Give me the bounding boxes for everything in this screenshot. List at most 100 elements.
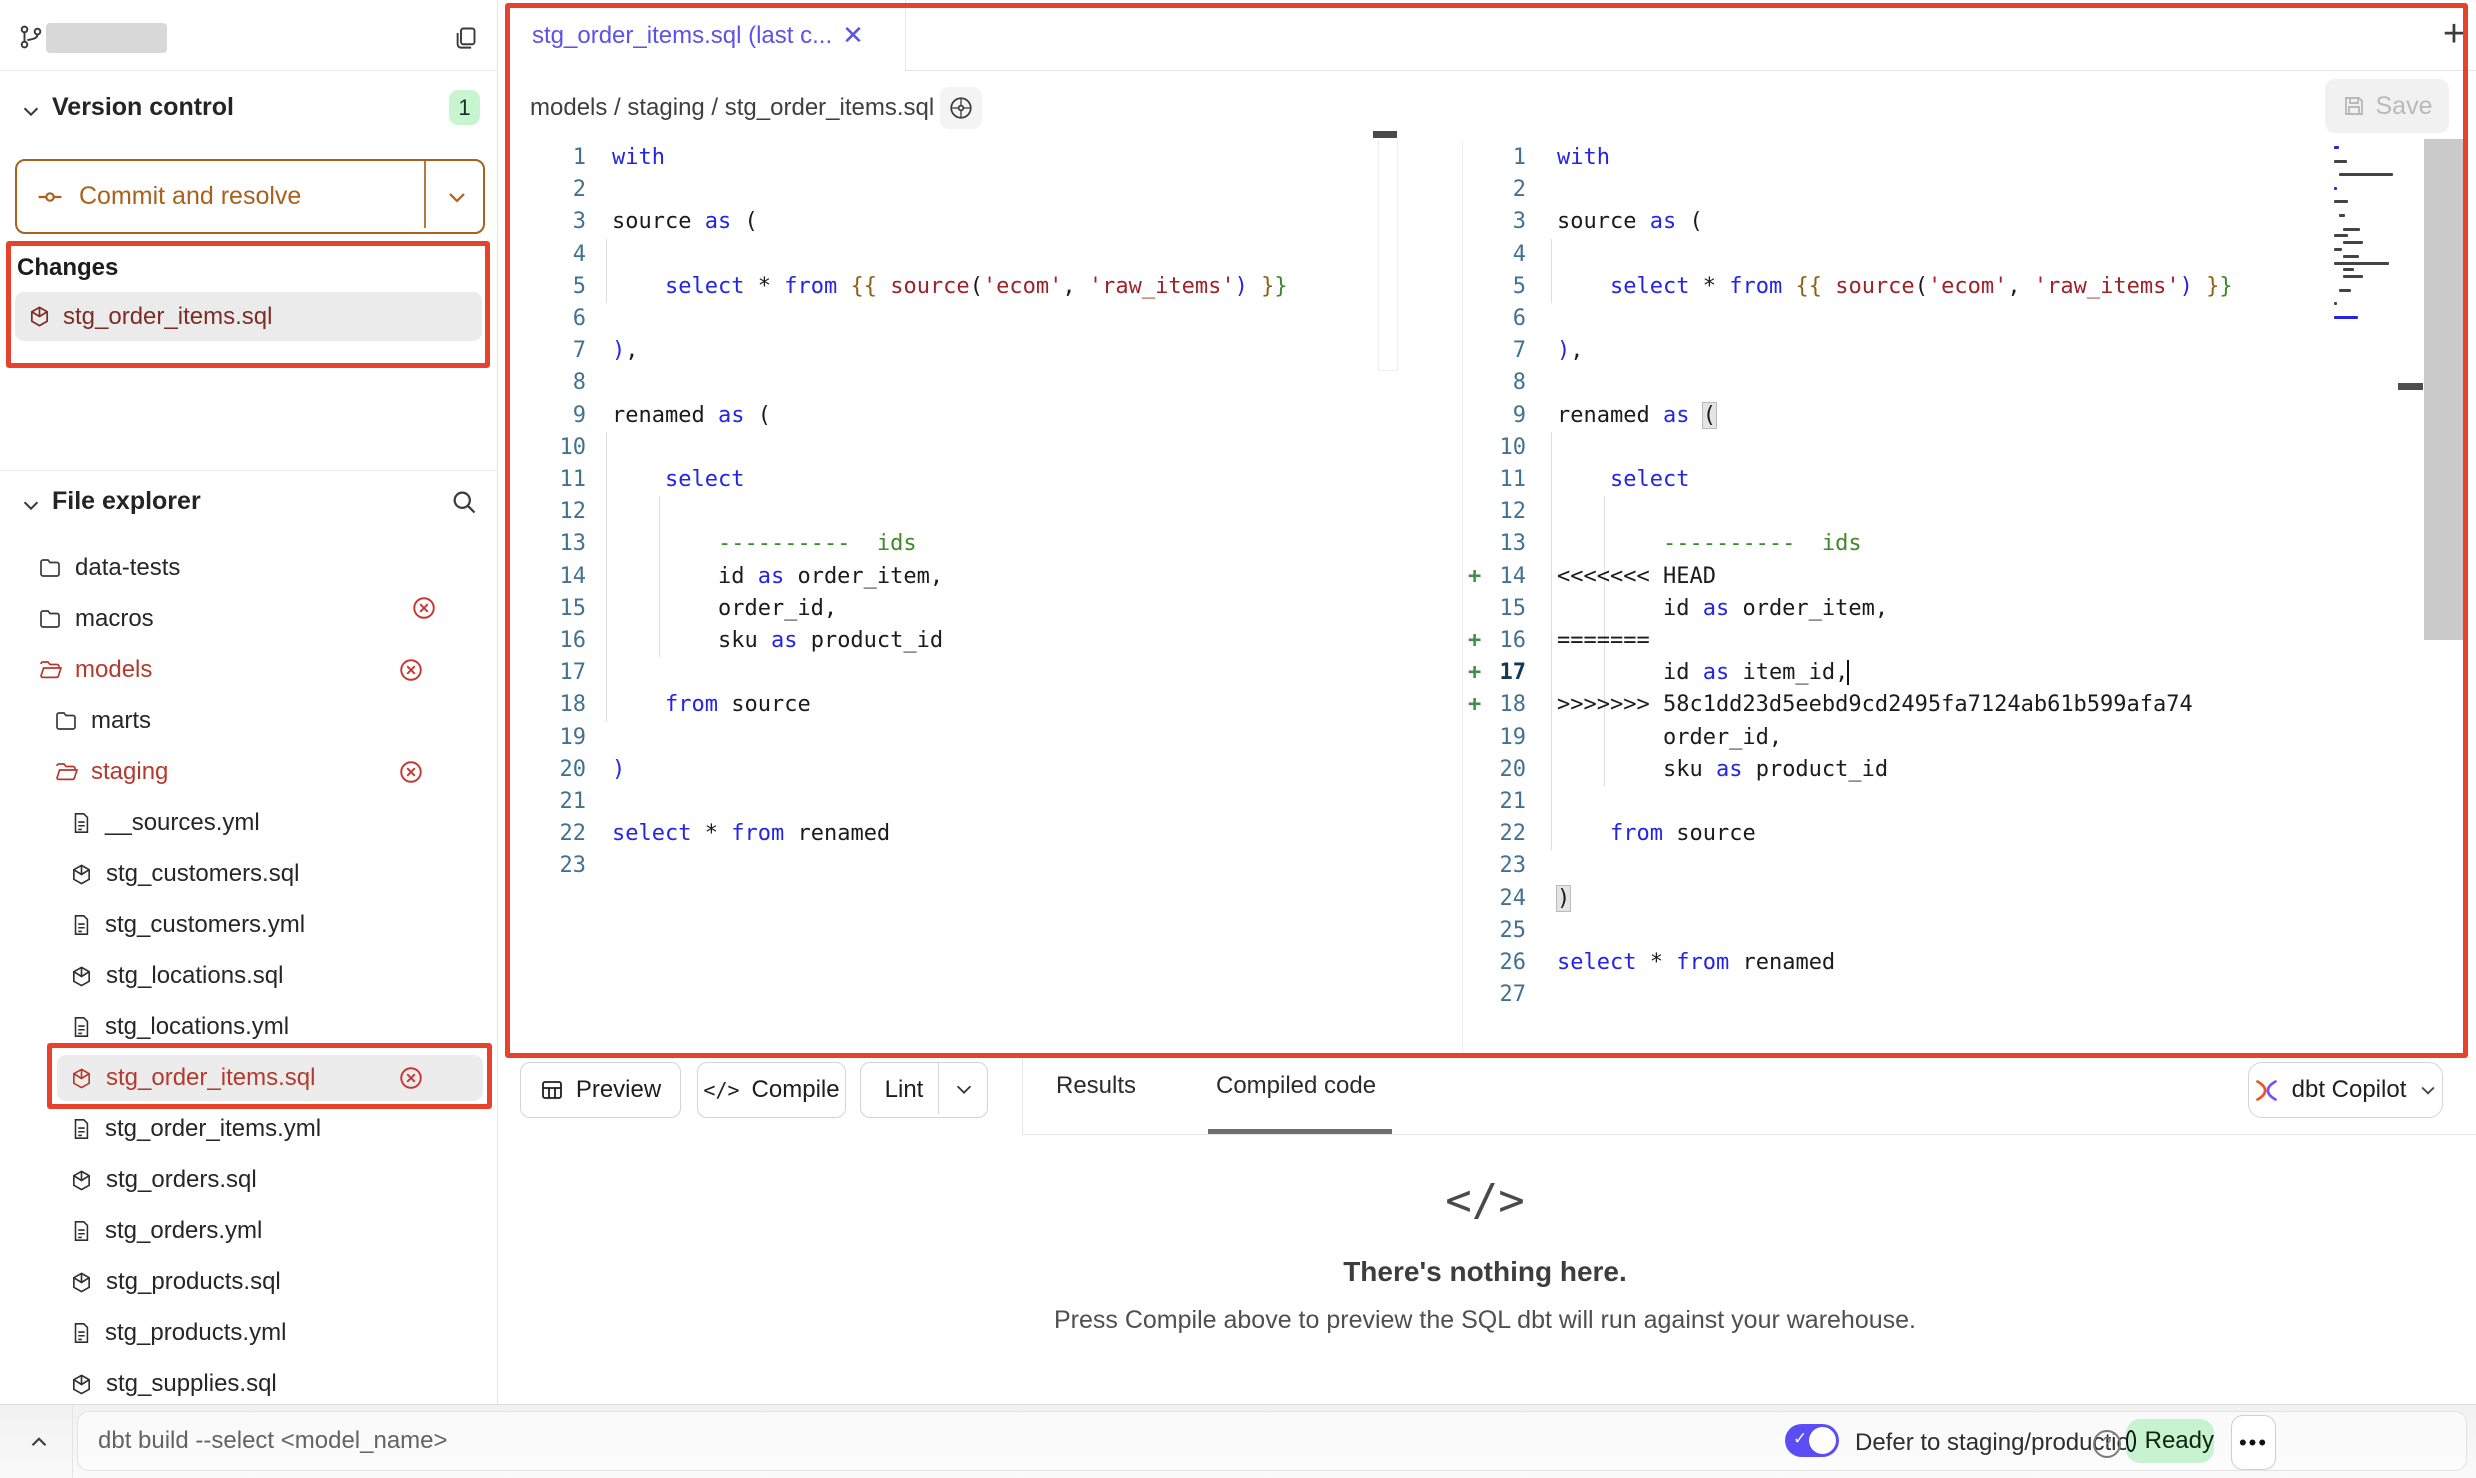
more-options-button[interactable]: ••• [2231, 1415, 2276, 1470]
code-line[interactable]: select * from {{ source('ecom', 'raw_ite… [612, 271, 1288, 304]
file-item--sources-yml[interactable]: __sources.yml [70, 800, 260, 846]
document-icon [70, 1118, 92, 1140]
file-item-stg-locations-sql[interactable]: stg_locations.sql [70, 953, 283, 999]
code-line[interactable]: select * from renamed [612, 818, 890, 851]
document-icon [70, 1322, 92, 1344]
code-line[interactable]: <<<<<<< HEAD [1557, 561, 1716, 594]
model-cube-icon [70, 1373, 93, 1396]
code-line[interactable]: ), [1557, 335, 1584, 368]
file-item-stg-products-yml[interactable]: stg_products.yml [70, 1310, 286, 1356]
code-line[interactable]: with [1557, 142, 1610, 175]
empty-state-title: There's nothing here. [985, 1256, 1985, 1288]
line-number: 26 [1450, 947, 1526, 980]
file-item-stg-locations-yml[interactable]: stg_locations.yml [70, 1004, 289, 1050]
lint-button[interactable]: Lint [860, 1062, 988, 1118]
line-number: 21 [510, 786, 586, 819]
minimap-line [2343, 268, 2353, 271]
chevron-down-icon[interactable] [20, 100, 42, 122]
tab-results[interactable]: Results [1056, 1072, 1136, 1100]
code-line[interactable]: sku as product_id [612, 625, 943, 658]
file-item-stg-customers-sql[interactable]: stg_customers.sql [70, 851, 299, 897]
changed-file-row[interactable]: stg_order_items.sql [15, 292, 482, 341]
divider [0, 470, 497, 471]
close-tab-icon[interactable]: ✕ [842, 20, 864, 51]
file-item-stg-orders-sql[interactable]: stg_orders.sql [70, 1157, 257, 1203]
file-item-stg-products-sql[interactable]: stg_products.sql [70, 1259, 281, 1305]
file-item-stg-orders-yml[interactable]: stg_orders.yml [70, 1208, 262, 1254]
file-item-stg-order-items-yml[interactable]: stg_order_items.yml [70, 1106, 321, 1152]
lineage-compass-icon[interactable] [940, 87, 982, 129]
chevron-down-icon[interactable] [953, 1078, 975, 1100]
defer-toggle[interactable]: ✓ [1785, 1424, 1839, 1457]
scrollbar-thumb[interactable] [2424, 139, 2468, 640]
commit-and-resolve-button[interactable]: Commit and resolve [15, 159, 485, 234]
revert-change-icon[interactable] [398, 657, 424, 683]
search-icon[interactable] [450, 488, 478, 516]
code-line[interactable]: select [1557, 464, 1689, 497]
line-number: 23 [510, 850, 586, 883]
code-line[interactable]: >>>>>>> 58c1dd23d5eebd9cd2495fa7124ab61b… [1557, 689, 2193, 722]
code-line[interactable]: from source [612, 689, 811, 722]
tab-compiled-code[interactable]: Compiled code [1216, 1072, 1376, 1100]
chevron-up-icon[interactable] [26, 1429, 52, 1455]
file-item-stg-customers-yml[interactable]: stg_customers.yml [70, 902, 305, 948]
code-line[interactable]: ) [1557, 883, 1570, 916]
file-item-staging[interactable]: staging [54, 749, 168, 795]
save-floppy-icon [2342, 94, 2366, 118]
code-line[interactable]: order_id, [1557, 722, 1782, 755]
code-line[interactable]: ======= [1557, 625, 1650, 658]
preview-button[interactable]: Preview [520, 1062, 681, 1118]
code-line[interactable]: id as order_item, [1557, 593, 1888, 626]
text-cursor [1847, 660, 1849, 685]
chevron-down-icon[interactable] [20, 494, 42, 516]
code-line[interactable]: with [612, 142, 665, 175]
file-item-marts[interactable]: marts [54, 698, 151, 744]
line-number: 6 [1450, 303, 1526, 336]
code-line[interactable]: ---------- ids [1557, 528, 1862, 561]
line-number: 15 [1450, 593, 1526, 626]
revert-change-icon[interactable] [398, 1065, 424, 1091]
commit-button-label: Commit and resolve [79, 182, 301, 211]
divider [1022, 1134, 2476, 1135]
code-line[interactable]: renamed as ( [1557, 400, 1716, 433]
code-line[interactable]: from source [1557, 818, 1756, 851]
file-item-stg-order-items-sql[interactable]: stg_order_items.sql [70, 1055, 315, 1101]
code-line[interactable]: sku as product_id [1557, 754, 1888, 787]
file-item-stg-supplies-sql[interactable]: stg_supplies.sql [70, 1361, 277, 1407]
code-line[interactable]: ) [612, 754, 625, 787]
code-line[interactable]: select * from {{ source('ecom', 'raw_ite… [1557, 271, 2233, 304]
new-tab-button[interactable]: + [2432, 12, 2476, 56]
revert-change-icon[interactable] [411, 595, 437, 621]
code-line[interactable]: select * from renamed [1557, 947, 1835, 980]
code-line[interactable]: order_id, [612, 593, 837, 626]
compile-button[interactable]: </> Compile [697, 1062, 846, 1118]
code-line[interactable]: id as order_item, [612, 561, 943, 594]
revert-change-icon[interactable] [398, 759, 424, 785]
scrollbar-thumb[interactable] [1373, 131, 1397, 138]
file-item-macros[interactable]: macros [38, 596, 154, 642]
code-line[interactable]: select [612, 464, 744, 497]
minimap-line [2334, 234, 2348, 237]
minimap-line [2334, 146, 2339, 149]
line-number: 8 [1450, 367, 1526, 400]
dbt-copilot-button[interactable]: dbt Copilot [2248, 1062, 2443, 1118]
code-line[interactable]: renamed as ( [612, 400, 771, 433]
tab-stg-order-items[interactable]: stg_order_items.sql (last c... ✕ [508, 0, 906, 71]
breadcrumb: models / staging / stg_order_items.sql [530, 94, 934, 122]
code-line[interactable]: source as ( [612, 206, 758, 239]
save-button[interactable]: Save [2325, 79, 2449, 133]
file-item-models[interactable]: models [38, 647, 152, 693]
copy-pages-icon[interactable] [452, 24, 479, 51]
code-line[interactable]: ), [612, 335, 639, 368]
chevron-down-icon[interactable] [445, 185, 469, 209]
help-icon[interactable]: ? [2093, 1430, 2121, 1458]
code-line[interactable]: id as item_id, [1557, 657, 1849, 690]
toggle-knob [1809, 1427, 1836, 1454]
changes-count-badge: 1 [449, 90, 480, 125]
code-line[interactable]: source as ( [1557, 206, 1703, 239]
line-number: 16 [510, 625, 586, 658]
line-number: 19 [510, 722, 586, 755]
file-item-data-tests[interactable]: data-tests [38, 545, 180, 591]
code-line[interactable]: ---------- ids [612, 528, 917, 561]
line-number: 25 [1450, 915, 1526, 948]
